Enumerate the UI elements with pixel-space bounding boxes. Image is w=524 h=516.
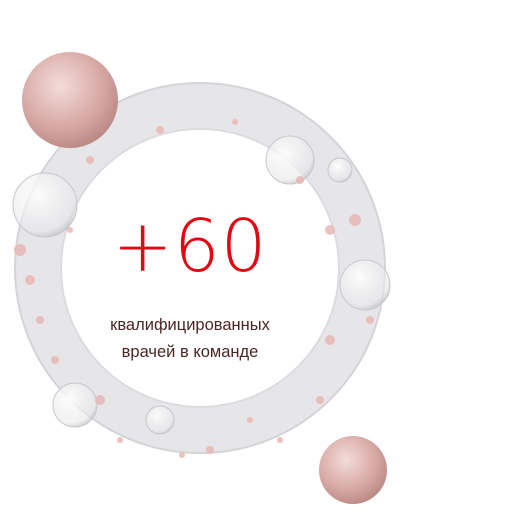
stat-value: +60 (112, 204, 268, 288)
stat-caption: квалифицированных врачей в команде (80, 312, 300, 366)
pink-bubble-small (319, 436, 387, 504)
pink-bubble-large (22, 52, 118, 148)
stat-caption-line1: квалифицированных (110, 316, 270, 334)
stat-caption-line2: врачей в команде (121, 343, 259, 361)
stat-card: +60 квалифицированных врачей в команде (0, 0, 524, 516)
